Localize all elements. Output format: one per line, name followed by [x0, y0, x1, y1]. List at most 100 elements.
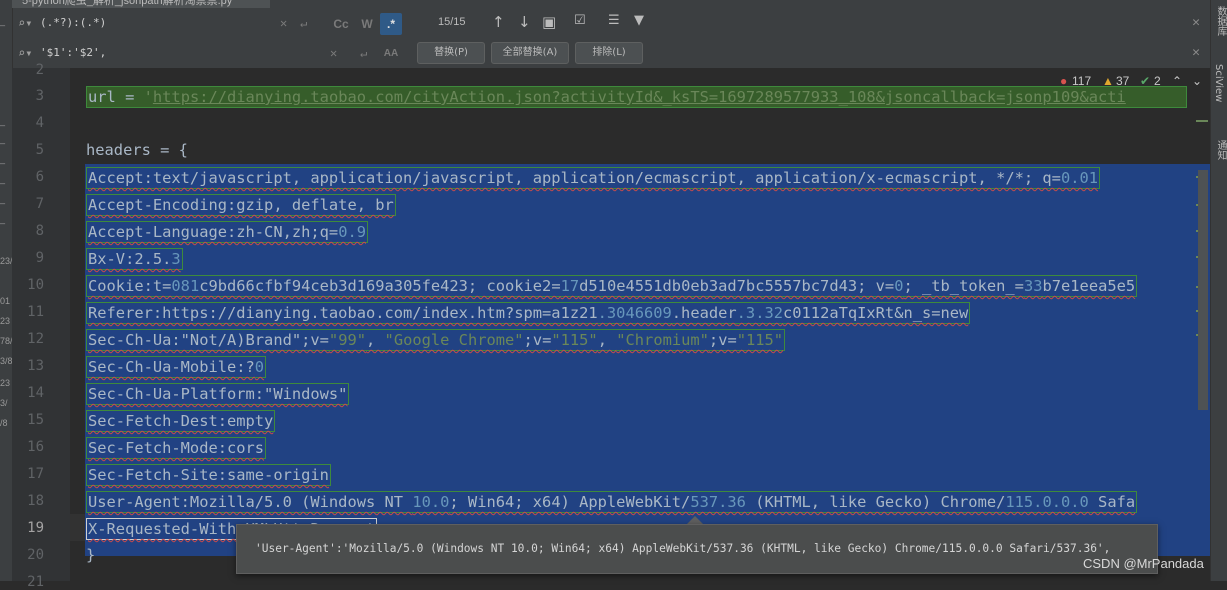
- code-line: Sec-Fetch-Site:same-origin: [86, 464, 331, 486]
- code-text: Sec-Ch-Ua-Mobile:?: [88, 358, 255, 376]
- code-text: Accept-Language:zh-CN,zh;q=: [88, 223, 339, 241]
- find-field[interactable]: ⌕▾ (.*?):(.*) ✕ ↵ Cc W .*: [12, 10, 412, 36]
- select-all-occurrences-icon[interactable]: ▣: [542, 13, 556, 31]
- code-text: d510e4551db0eb3ad7bc5557bc7d43; v=: [579, 277, 895, 295]
- code-number: 0.01: [1060, 169, 1099, 187]
- check-icon: ✔: [1140, 74, 1151, 88]
- replace-all-button[interactable]: 全部替换(A): [491, 42, 569, 64]
- line-number: 6: [35, 169, 44, 185]
- line-number-gutter[interactable]: 2 3 4 5 6 7 8 9 10 11 12 13 14 15 16 17 …: [12, 62, 84, 590]
- close-find-icon[interactable]: ✕: [1192, 15, 1200, 30]
- code-text: ,: [366, 331, 385, 349]
- line-number: 20: [27, 547, 44, 563]
- code-text: c0112aTqIxRt&n_s=new: [783, 304, 969, 322]
- line-number: 18: [27, 493, 44, 509]
- code-editor[interactable]: url = 'https://dianying.taobao.com/cityA…: [70, 68, 1210, 581]
- filter-options-icon[interactable]: ☰: [608, 13, 620, 28]
- code-text: ; _tb_token_=: [903, 277, 1024, 295]
- replace-field[interactable]: ⌕▾ '$1':'$2', ✕ ↵ AA: [12, 40, 412, 66]
- project-tree-fragment: 3/8: [0, 356, 13, 366]
- find-replace-panel: ⌕▾ (.*?):(.*) ✕ ↵ Cc W .* 15/15 ↑ ↓ ▣ ☑ …: [12, 8, 1210, 69]
- next-occurrence-icon[interactable]: ↓: [518, 13, 531, 31]
- code-line: User-Agent:Mozilla/5.0 (Windows NT 10.0;…: [86, 491, 1138, 513]
- url-link[interactable]: https://dianying.taobao.com/cityAction.j…: [153, 88, 1126, 106]
- code-text: Sec-Ch-Ua-Platform:"Windows": [88, 385, 348, 403]
- line-number: 9: [35, 250, 44, 266]
- code-number: 17: [560, 277, 580, 295]
- match-box: Accept:text/javascript, application/java…: [86, 167, 1101, 189]
- inspection-widget[interactable]: ● 117 ▲ 37 ✔ 2 ⌃ ⌄: [1060, 74, 1210, 90]
- code-number: 0: [254, 358, 265, 376]
- code-string: "99": [328, 331, 366, 349]
- project-tree-fragment: 23: [0, 316, 11, 326]
- code-number: 33: [1023, 277, 1043, 295]
- clear-find-icon[interactable]: ✕: [280, 16, 287, 30]
- editor-scrollbar[interactable]: [1196, 80, 1210, 500]
- scroll-thumb[interactable]: [1198, 170, 1208, 410]
- code-number: .3.32: [736, 304, 783, 322]
- code-line-url: url = 'https://dianying.taobao.com/cityA…: [86, 86, 1187, 108]
- code-number: 0.9: [338, 223, 366, 241]
- database-tool-tab[interactable]: 数据库: [1213, 6, 1227, 36]
- funnel-filter-icon[interactable]: ▼: [634, 13, 644, 28]
- line-number: 11: [27, 304, 44, 320]
- in-selection-icon[interactable]: ☑: [574, 13, 586, 28]
- code-text: ;v=: [708, 331, 737, 349]
- warning-icon: ▲: [1102, 74, 1114, 88]
- code-string: "Google Chrome": [384, 331, 524, 349]
- sciview-tool-tab[interactable]: SciView: [1213, 64, 1224, 102]
- project-tree-fragment: _: [0, 16, 6, 26]
- line-number: 21: [27, 574, 44, 590]
- new-line-icon[interactable]: ↵: [300, 16, 307, 30]
- code-text: ;v=: [523, 331, 552, 349]
- warning-count: 37: [1116, 74, 1130, 88]
- replacement-preview-tooltip: 'User-Agent':'Mozilla/5.0 (Windows NT 10…: [236, 524, 1158, 574]
- closing-brace: }: [86, 546, 96, 564]
- match-box: Accept-Encoding:gzip, deflate, br: [86, 194, 396, 216]
- code-number: 115.0.0.0: [1005, 493, 1089, 511]
- code-line: Sec-Ch-Ua-Platform:"Windows": [86, 383, 350, 405]
- project-tree-fragment: _: [0, 154, 6, 164]
- clear-replace-icon[interactable]: ✕: [330, 46, 337, 60]
- weak-warning-count: 2: [1154, 74, 1161, 88]
- regex-toggle[interactable]: .*: [380, 13, 402, 35]
- line-number: 15: [27, 412, 44, 428]
- line-number-current: 19: [27, 520, 44, 536]
- code-string: "115": [551, 331, 598, 349]
- code-number: .3046609: [597, 304, 672, 322]
- match-case-toggle[interactable]: Cc: [330, 13, 352, 35]
- watermark: CSDN @MrPandada: [1083, 556, 1204, 571]
- match-box: Cookie:t=081c9bd66cfbf94ceb3d169a305fe42…: [86, 275, 1138, 297]
- close-replace-icon[interactable]: ✕: [1192, 45, 1200, 60]
- match-box: Bx-V:2.5.3: [86, 248, 183, 270]
- preserve-case-toggle[interactable]: AA: [380, 43, 402, 65]
- exclude-button[interactable]: 排除(L): [575, 42, 643, 64]
- line-number: 8: [35, 223, 44, 239]
- whole-words-toggle[interactable]: W: [356, 13, 378, 35]
- replace-input[interactable]: '$1':'$2',: [40, 46, 106, 59]
- error-icon: ●: [1060, 74, 1068, 88]
- code-text: ,: [597, 331, 617, 349]
- code-line: Cookie:t=081c9bd66cfbf94ceb3d169a305fe42…: [86, 275, 1138, 297]
- line-number: 10: [27, 277, 44, 293]
- code-text: ; Win64; x64) AppleWebKit/: [449, 493, 691, 511]
- new-line-replace-icon[interactable]: ↵: [360, 46, 367, 60]
- project-tree-fragment: /8: [0, 418, 8, 428]
- code-text: Bx-V:2.5.: [88, 250, 172, 268]
- previous-occurrence-icon[interactable]: ↑: [492, 13, 505, 31]
- replace-history-icon[interactable]: ⌕▾: [18, 46, 32, 60]
- previous-problem-icon[interactable]: ⌃: [1172, 74, 1182, 88]
- match-box: Sec-Ch-Ua-Mobile:?0: [86, 356, 267, 378]
- find-input[interactable]: (.*?):(.*): [40, 16, 106, 29]
- line-number: 5: [35, 142, 44, 158]
- replace-button[interactable]: 替换(P): [417, 42, 485, 64]
- notifications-tool-tab[interactable]: 通知: [1213, 140, 1227, 160]
- match-box: Referer:https://dianying.taobao.com/inde…: [86, 302, 971, 324]
- line-number: 3: [35, 88, 44, 104]
- code-number: 10.0: [412, 493, 450, 511]
- project-tree-fragment: 3/: [0, 398, 8, 408]
- code-text: Accept-Encoding:gzip, deflate, br: [88, 196, 394, 214]
- scroll-marker: [1196, 120, 1208, 122]
- project-tree-fragment: 23/: [0, 256, 13, 266]
- search-icon[interactable]: ⌕▾: [18, 16, 32, 30]
